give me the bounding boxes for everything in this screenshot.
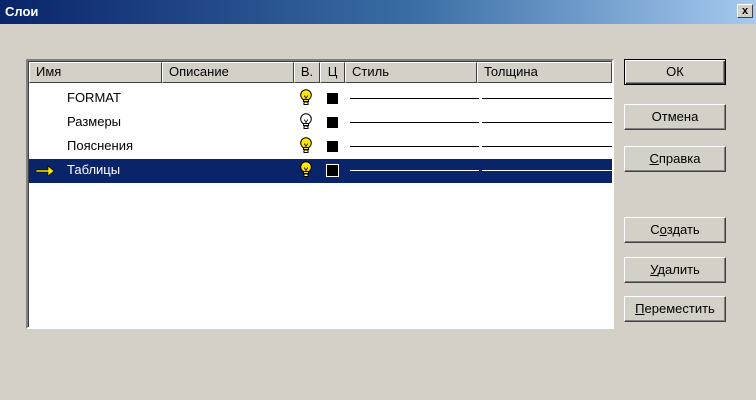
table-row[interactable]: FORMAT (29, 87, 612, 111)
line-thickness-sample[interactable] (482, 122, 612, 123)
lightbulb-icon[interactable] (299, 161, 313, 179)
cancel-button[interactable]: Отмена (624, 104, 726, 130)
table-row[interactable]: Пояснения (29, 135, 612, 159)
table-row[interactable]: Таблицы (29, 159, 612, 183)
lightbulb-icon[interactable] (299, 137, 313, 155)
layers-dialog: Слои x Имя Описание В. Ц Стиль Толщина F… (0, 0, 756, 400)
title-bar[interactable]: Слои x (0, 0, 756, 24)
delete-button[interactable]: Удалить (624, 257, 726, 283)
column-header-description[interactable]: Описание (162, 62, 294, 83)
line-style-sample[interactable] (350, 122, 479, 123)
line-thickness-sample[interactable] (482, 146, 612, 147)
layer-name: FORMAT (67, 90, 121, 105)
column-header-visible[interactable]: В. (294, 62, 320, 83)
color-swatch[interactable] (327, 141, 338, 152)
ok-button[interactable]: ОК (624, 59, 726, 85)
line-style-sample[interactable] (350, 170, 479, 171)
line-style-sample[interactable] (350, 146, 479, 147)
window-title: Слои (5, 4, 39, 19)
layer-name: Размеры (67, 114, 122, 129)
column-header-name[interactable]: Имя (29, 62, 162, 83)
color-swatch[interactable] (327, 117, 338, 128)
column-header-thickness[interactable]: Толщина (477, 62, 612, 83)
close-button[interactable]: x (737, 4, 753, 18)
color-swatch[interactable] (327, 93, 338, 104)
color-swatch[interactable] (326, 164, 339, 177)
column-header-color[interactable]: Ц (320, 62, 345, 83)
lightbulb-icon[interactable] (299, 113, 313, 131)
layers-list[interactable]: Имя Описание В. Ц Стиль Толщина FORMAT Ра… (26, 59, 614, 329)
current-layer-arrow-icon (35, 165, 55, 177)
help-button[interactable]: Справка (624, 146, 726, 172)
line-thickness-sample[interactable] (482, 98, 612, 99)
line-thickness-sample[interactable] (482, 170, 612, 171)
layer-name: Таблицы (67, 162, 121, 177)
column-header-style[interactable]: Стиль (345, 62, 477, 83)
create-button[interactable]: Создать (624, 217, 726, 243)
line-style-sample[interactable] (350, 98, 479, 99)
table-row[interactable]: Размеры (29, 111, 612, 135)
move-button[interactable]: Переместить (624, 296, 726, 322)
lightbulb-icon[interactable] (299, 89, 313, 107)
close-icon: x (741, 5, 749, 17)
layer-name: Пояснения (67, 138, 134, 153)
